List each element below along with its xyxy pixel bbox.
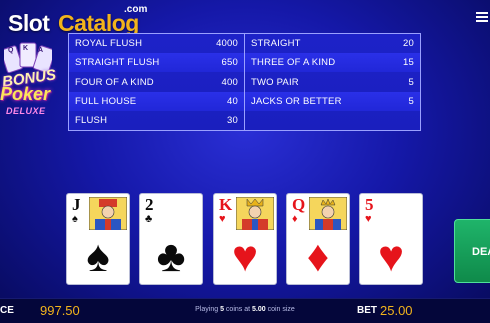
game-logo: Q K A BONUS Poker DELUXE — [0, 42, 58, 122]
queen-face-icon — [309, 197, 347, 230]
hand-name: FOUR OF A KIND — [75, 76, 154, 88]
club-suit-icon: ♣ — [156, 232, 186, 281]
card-small-suit: ♥ — [219, 213, 226, 225]
hand-pay: 30 — [227, 114, 238, 126]
card-small-suit: ♠ — [72, 213, 78, 225]
logo-card-rank: K — [23, 45, 29, 52]
deal-button[interactable]: DEA — [454, 219, 490, 283]
card-small-suit: ♦ — [292, 213, 298, 225]
diamond-suit-icon: ♦ — [306, 232, 330, 281]
deal-button-label: DEA — [472, 246, 490, 258]
logo-card-rank: A — [38, 47, 44, 54]
hand-name: JACKS OR BETTER — [251, 95, 342, 107]
paytable-row: FULL HOUSE 40 — [69, 91, 244, 111]
hand-pay: 5 — [408, 76, 414, 88]
hand-name: STRAIGHT — [251, 38, 301, 50]
hand-pay: 650 — [221, 57, 238, 69]
hamburger-menu-icon[interactable] — [476, 12, 488, 23]
card-small-suit: ♣ — [145, 213, 153, 225]
hand-pay: 15 — [403, 57, 414, 69]
bet-value[interactable]: 25.00 — [380, 303, 413, 318]
card-rank: 2 — [145, 195, 154, 214]
hand-name: TWO PAIR — [251, 76, 299, 88]
heart-suit-icon: ♥ — [231, 232, 259, 281]
paytable-row-empty — [245, 111, 420, 130]
card-two-of-clubs[interactable]: 2 ♣ ♣ — [139, 193, 203, 285]
hand-name: ROYAL FLUSH — [75, 38, 143, 50]
paytable-right-column: STRAIGHT 20 THREE OF A KIND 15 TWO PAIR 5 J… — [245, 34, 420, 130]
card-five-of-hearts[interactable]: 5 ♥ ♥ — [359, 193, 423, 285]
coin-info-text: Playing 5 coins at 5.00 coin size — [0, 306, 490, 313]
hand-pay: 20 — [403, 38, 414, 50]
coin-info-suffix: coin size — [265, 306, 295, 313]
coin-info-prefix: Playing — [195, 306, 221, 313]
hand-name: STRAIGHT FLUSH — [75, 57, 160, 69]
paytable-row: ROYAL FLUSH 4000 — [69, 34, 244, 53]
brand-com-text: .com — [124, 4, 148, 15]
logo-deluxe-text: DELUXE — [6, 106, 46, 116]
coin-size: 5.00 — [252, 306, 266, 313]
hand-name: THREE OF A KIND — [251, 57, 336, 69]
paytable-row: THREE OF A KIND 15 — [245, 53, 420, 73]
card-small-suit: ♥ — [365, 213, 372, 225]
card-rank: K — [219, 195, 233, 214]
paytable-row: TWO PAIR 5 — [245, 72, 420, 91]
paytable-row: FOUR OF A KIND 400 — [69, 72, 244, 91]
hand-pay: 40 — [227, 95, 238, 107]
coin-info-mid: coins at — [223, 306, 252, 313]
paytable: ROYAL FLUSH 4000 STRAIGHT FLUSH 650 FOUR O… — [68, 33, 421, 131]
jack-face-icon — [89, 197, 127, 230]
king-face-icon — [236, 197, 274, 230]
bottom-status-bar: CE 997.50 Playing 5 coins at 5.00 coin s… — [0, 298, 490, 323]
card-rank: Q — [292, 195, 306, 214]
heart-suit-icon: ♥ — [377, 232, 405, 281]
hand-name: FLUSH — [75, 114, 108, 126]
paytable-left-column: ROYAL FLUSH 4000 STRAIGHT FLUSH 650 FOUR O… — [69, 34, 245, 130]
card-jack-of-spades[interactable]: J ♠ ♠ — [66, 193, 130, 285]
brand-slot-text: Slot — [8, 10, 50, 36]
card-king-of-hearts[interactable]: K ♥ ♥ — [213, 193, 277, 285]
card-rank: 5 — [365, 195, 374, 214]
hand-pay: 400 — [221, 76, 238, 88]
card-rank: J — [72, 195, 81, 214]
paytable-row: JACKS OR BETTER 5 — [245, 91, 420, 111]
spade-suit-icon: ♠ — [86, 232, 110, 281]
paytable-row: STRAIGHT FLUSH 650 — [69, 53, 244, 73]
hand-pay: 5 — [408, 95, 414, 107]
paytable-row: STRAIGHT 20 — [245, 34, 420, 53]
hand-pay: 4000 — [216, 38, 238, 50]
logo-card-rank: Q — [8, 47, 14, 54]
paytable-row: FLUSH 30 — [69, 111, 244, 130]
card-queen-of-diamonds[interactable]: Q ♦ ♦ — [286, 193, 350, 285]
logo-poker-text: Poker — [0, 84, 51, 104]
hand-name: FULL HOUSE — [75, 95, 137, 107]
bet-label: BET — [357, 305, 377, 316]
